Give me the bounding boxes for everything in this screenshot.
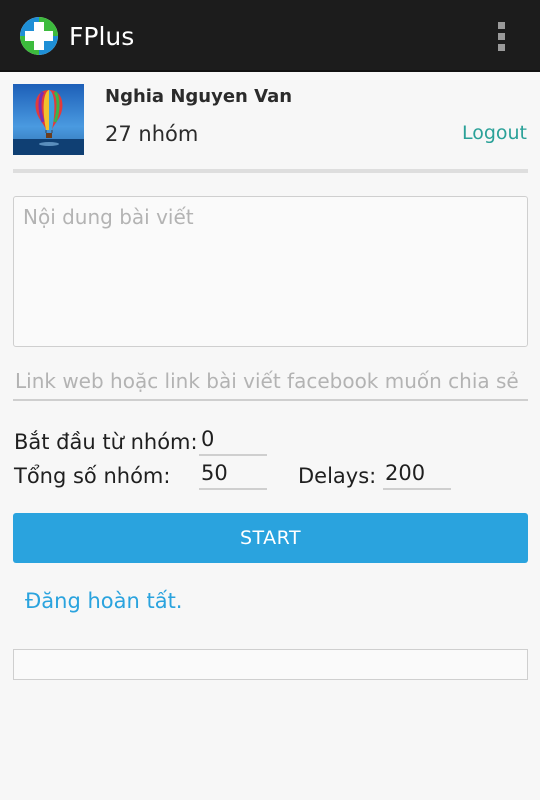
progress-bar	[13, 649, 528, 680]
start-group-input[interactable]: 0	[199, 426, 267, 456]
start-group-label: Bắt đầu từ nhóm:	[14, 430, 198, 454]
delays-label: Delays:	[298, 464, 377, 488]
app-title: FPlus	[69, 22, 135, 51]
group-count: 27 nhóm	[105, 122, 199, 146]
status-message: Đăng hoàn tất.	[25, 589, 183, 613]
post-content-input[interactable]: Nội dung bài viết	[13, 196, 528, 347]
user-name: Nghia Nguyen Van	[105, 86, 293, 107]
overflow-menu-icon[interactable]	[488, 20, 516, 52]
start-button[interactable]: START	[13, 513, 528, 563]
hot-air-balloon-image	[13, 84, 84, 155]
delays-input[interactable]: 200	[383, 460, 451, 490]
app-logo-icon	[20, 17, 58, 55]
share-link-input[interactable]: Link web hoặc link bài viết facebook muố…	[13, 369, 528, 401]
logout-button[interactable]: Logout	[462, 122, 527, 144]
action-bar: FPlus	[0, 0, 540, 72]
total-groups-label: Tổng số nhóm:	[14, 464, 171, 488]
total-groups-input[interactable]: 50	[199, 460, 267, 490]
main-content: Nghia Nguyen Van 27 nhóm Logout Nội dung…	[0, 72, 540, 800]
divider	[13, 169, 528, 173]
avatar	[13, 84, 84, 155]
